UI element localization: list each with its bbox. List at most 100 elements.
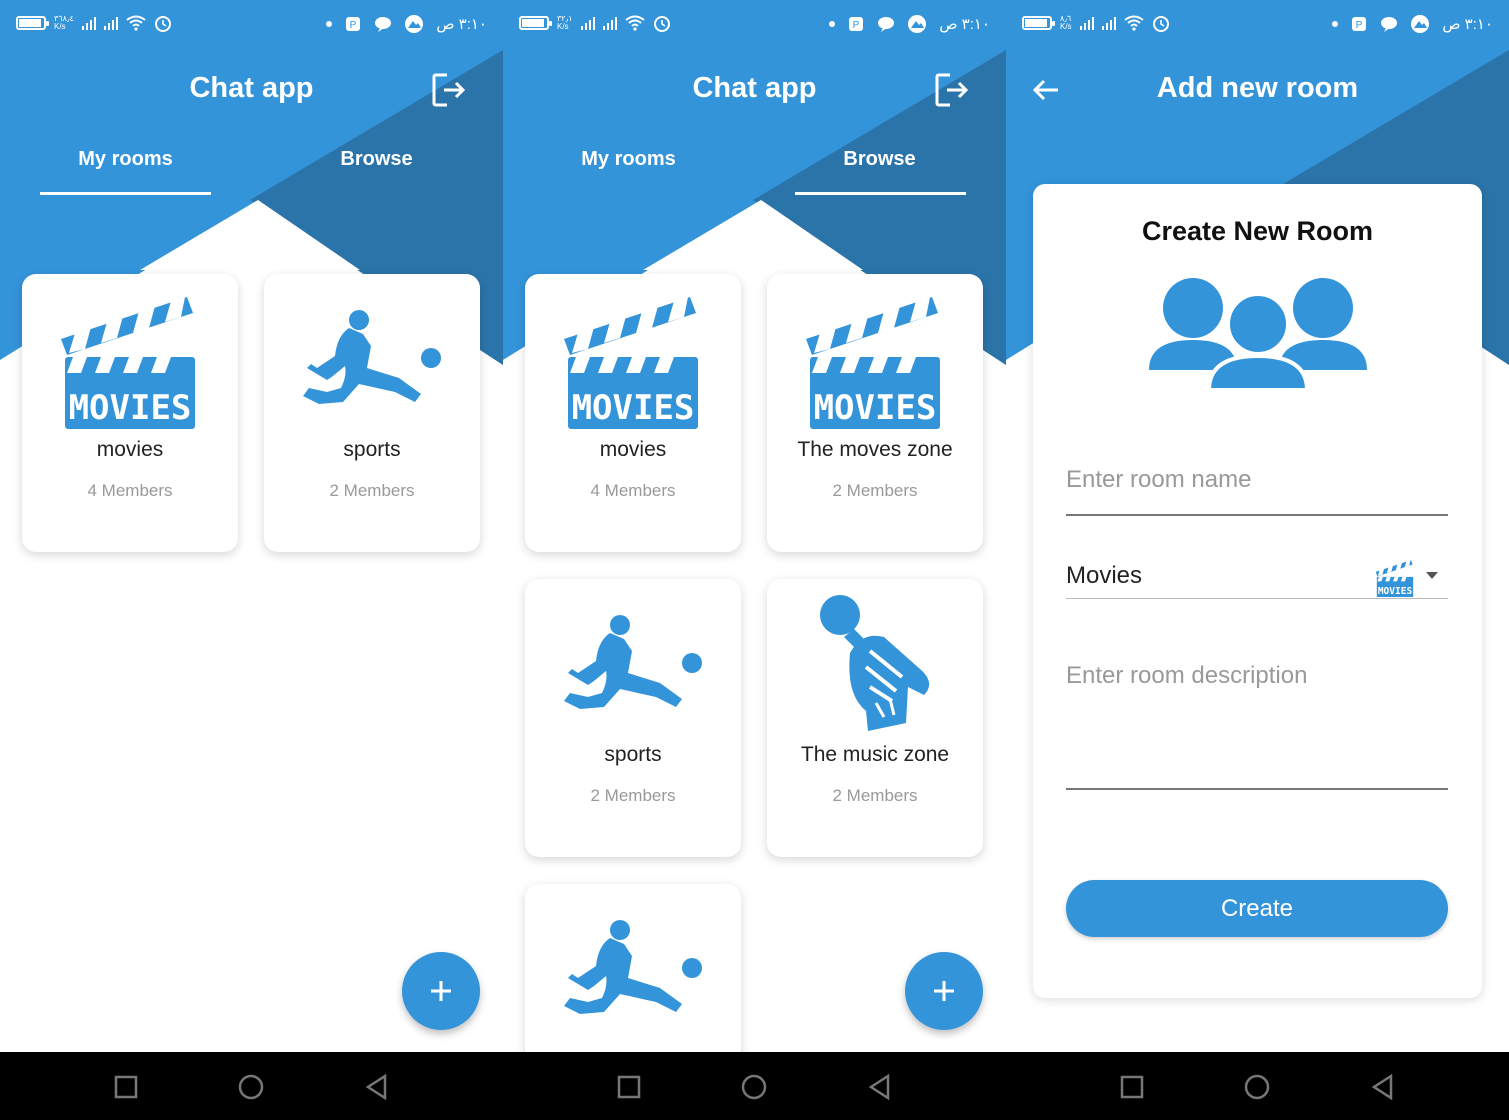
signal-icon	[81, 16, 96, 30]
notification-dot	[1332, 21, 1339, 27]
home-icon[interactable]	[238, 1074, 264, 1100]
tab-bar: My rooms Browse	[503, 148, 1006, 198]
category-value: Movies	[1066, 562, 1143, 589]
movies-clapperboard-icon	[800, 291, 950, 431]
room-card[interactable]: The music zone 2 Members	[767, 579, 983, 857]
room-card[interactable]: sports 2 Members	[264, 274, 480, 552]
system-nav-bar	[503, 1052, 1006, 1120]
mountain-app-icon	[908, 15, 927, 33]
recents-icon[interactable]	[1119, 1074, 1145, 1100]
signal-icon	[580, 16, 595, 30]
speed-indicator: ٣٢٫١ K/s	[557, 14, 573, 31]
alarm-icon	[653, 16, 670, 32]
recents-icon[interactable]	[616, 1074, 642, 1100]
create-room-form: Create New Room Enter room name Movies E…	[1033, 184, 1482, 998]
add-room-button[interactable]	[402, 952, 480, 1030]
chat-bubble-icon	[878, 17, 895, 32]
music-fist-mic-icon	[810, 591, 940, 741]
app-notification-icon: P	[346, 17, 361, 31]
back-nav-icon[interactable]	[1370, 1074, 1396, 1100]
room-members: 2 Members	[590, 786, 676, 805]
signal-icon	[1079, 16, 1094, 30]
mountain-app-icon	[405, 15, 424, 33]
home-icon[interactable]	[1244, 1074, 1270, 1100]
room-card[interactable]: movies 4 Members	[22, 274, 238, 552]
screen-add-room: ٨٫٦ K/s P ٣:١٠ ص Add new room Create New …	[1006, 0, 1509, 1120]
room-name: sports	[604, 743, 662, 766]
battery-icon	[1022, 16, 1055, 30]
tab-browse[interactable]: Browse	[251, 148, 502, 171]
chevron-down-icon	[1426, 572, 1438, 579]
tab-bar: My rooms Browse	[0, 148, 503, 198]
signal-icon	[103, 16, 118, 30]
tab-my-rooms[interactable]: My rooms	[0, 148, 251, 171]
tab-browse[interactable]: Browse	[754, 148, 1005, 171]
movies-clapperboard-icon	[1374, 558, 1416, 598]
room-name-field[interactable]: Enter room name	[1066, 466, 1448, 518]
room-card[interactable]: The moves zone 2 Members	[767, 274, 983, 552]
notification-dot	[829, 21, 836, 27]
tab-indicator	[795, 192, 966, 195]
status-bar: ٣٢٫١ K/s P ٣:١٠ ص	[503, 0, 1006, 50]
back-nav-icon[interactable]	[867, 1074, 893, 1100]
signal-icon	[602, 16, 617, 30]
page-title: Chat app	[189, 72, 314, 104]
sports-player-icon	[558, 611, 708, 721]
sports-player-icon	[558, 916, 708, 1026]
logout-icon[interactable]	[934, 72, 970, 108]
room-description-field[interactable]: Enter room description	[1066, 662, 1448, 792]
recents-icon[interactable]	[113, 1074, 139, 1100]
chat-bubble-icon	[375, 17, 392, 32]
form-heading: Create New Room	[1141, 216, 1374, 246]
sports-player-icon	[297, 306, 447, 416]
chat-bubble-icon	[1381, 17, 1398, 32]
svg-text:P: P	[350, 20, 357, 31]
room-members: 2 Members	[832, 786, 918, 805]
wifi-icon	[624, 15, 645, 31]
group-users-icon	[1149, 278, 1367, 390]
wifi-icon	[126, 15, 146, 31]
mountain-app-icon	[1411, 15, 1430, 33]
room-card[interactable]: movies 4 Members	[525, 274, 741, 552]
logout-icon[interactable]	[431, 72, 467, 108]
notification-dot	[326, 21, 333, 27]
clock: ٣:١٠ ص	[436, 16, 487, 33]
svg-text:P: P	[1356, 20, 1363, 31]
room-description-placeholder: Enter room description	[1066, 662, 1308, 689]
tab-indicator	[40, 192, 211, 195]
alarm-icon	[1152, 16, 1169, 32]
room-name: The moves zone	[797, 438, 953, 461]
room-name: movies	[96, 438, 164, 461]
room-members: 4 Members	[87, 481, 173, 500]
clock: ٣:١٠ ص	[1442, 16, 1493, 33]
app-notification-icon: P	[849, 17, 864, 31]
back-nav-icon[interactable]	[364, 1074, 390, 1100]
room-name: The music zone	[800, 743, 950, 766]
signal-icon	[1101, 16, 1116, 30]
svg-text:P: P	[853, 20, 860, 31]
page-title: Add new room	[1156, 72, 1359, 104]
create-button[interactable]: Create	[1066, 880, 1448, 937]
screen-my-rooms: ٣٦٨٫٤ K/s P ٣:١٠ ص Chat app My rooms Brow…	[0, 0, 503, 1120]
movies-clapperboard-icon	[558, 291, 708, 431]
speed-indicator: ٣٦٨٫٤ K/s	[54, 14, 74, 31]
plus-icon	[934, 981, 954, 1001]
category-dropdown[interactable]: Movies	[1066, 556, 1448, 600]
room-name: sports	[343, 438, 401, 461]
room-members: 2 Members	[329, 481, 415, 500]
screen-browse: ٣٢٫١ K/s P ٣:١٠ ص Chat app My rooms Brows…	[503, 0, 1006, 1120]
status-bar: ٣٦٨٫٤ K/s P ٣:١٠ ص	[0, 0, 503, 50]
system-nav-bar	[0, 1052, 503, 1120]
room-name-placeholder: Enter room name	[1066, 466, 1252, 493]
home-icon[interactable]	[741, 1074, 767, 1100]
wifi-icon	[1123, 15, 1144, 31]
app-notification-icon: P	[1352, 17, 1367, 31]
room-card[interactable]: sports 2 Members	[525, 579, 741, 857]
system-nav-bar	[1006, 1052, 1509, 1120]
battery-icon	[16, 16, 49, 30]
movies-clapperboard-icon	[55, 291, 205, 431]
speed-indicator: ٨٫٦ K/s	[1060, 14, 1072, 31]
add-room-button[interactable]	[905, 952, 983, 1030]
status-bar: ٨٫٦ K/s P ٣:١٠ ص	[1006, 0, 1509, 50]
tab-my-rooms[interactable]: My rooms	[503, 148, 754, 171]
